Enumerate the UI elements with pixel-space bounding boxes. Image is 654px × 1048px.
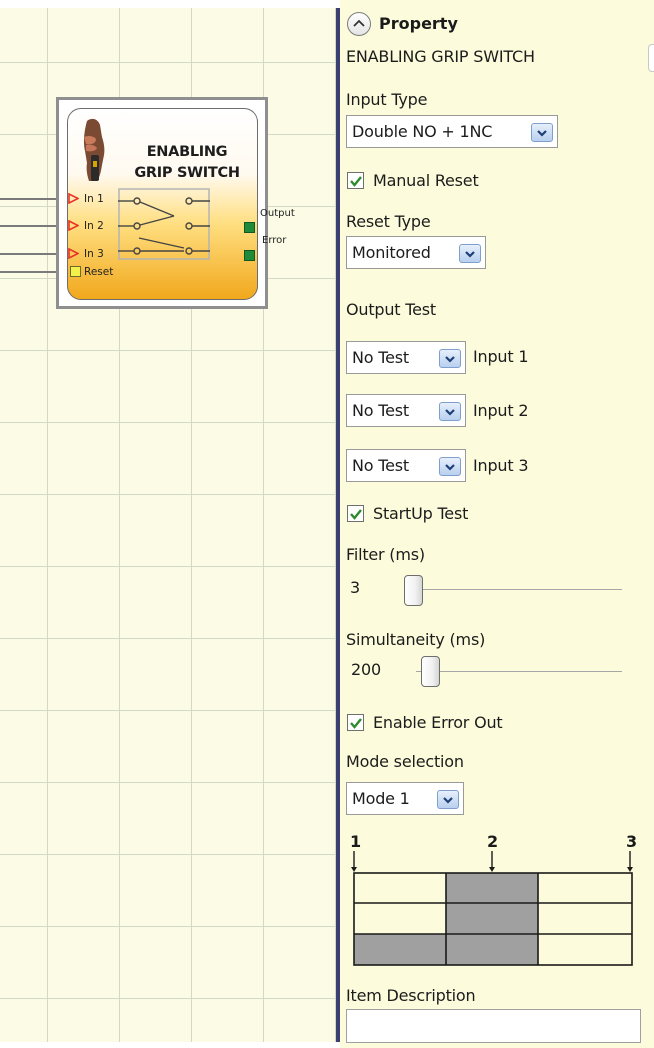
manual-reset-checkbox[interactable] bbox=[347, 172, 364, 189]
output-port[interactable] bbox=[244, 222, 255, 233]
output-test-3-input-label: Input 3 bbox=[473, 456, 529, 475]
input-3-arrow-icon[interactable] bbox=[68, 248, 79, 259]
input-3-label: In 3 bbox=[84, 248, 104, 260]
block-title-line-2: GRIP SWITCH bbox=[134, 165, 240, 181]
chevron-down-icon[interactable] bbox=[437, 790, 459, 809]
diagram-active-cell bbox=[446, 873, 538, 903]
simultaneity-slider-track[interactable] bbox=[416, 671, 622, 672]
item-description-label: Item Description bbox=[346, 986, 476, 1005]
chevron-down-icon[interactable] bbox=[531, 123, 553, 142]
reset-type-label: Reset Type bbox=[346, 212, 431, 231]
mode-selection-value: Mode 1 bbox=[352, 789, 410, 808]
simultaneity-label: Simultaneity (ms) bbox=[346, 630, 486, 649]
enable-error-out-checkbox[interactable] bbox=[347, 714, 364, 731]
collapse-button[interactable] bbox=[347, 12, 371, 36]
block-title: ENABLING GRIP SWITCH bbox=[122, 142, 252, 184]
contacts-symbol-icon bbox=[118, 188, 210, 260]
reset-type-value: Monitored bbox=[352, 243, 431, 262]
item-description-input[interactable] bbox=[346, 1009, 641, 1043]
simultaneity-slider-thumb[interactable] bbox=[421, 656, 440, 687]
input-type-label: Input Type bbox=[346, 90, 428, 109]
input-2-arrow-icon[interactable] bbox=[68, 220, 79, 231]
output-test-2-input-label: Input 2 bbox=[473, 401, 529, 420]
input-type-value: Double NO + 1NC bbox=[352, 122, 493, 141]
output-test-2-dropdown[interactable]: No Test bbox=[346, 394, 466, 427]
output-label: Output bbox=[260, 208, 295, 219]
mode-position-diagram: 1 2 3 bbox=[350, 832, 637, 966]
output-test-2-value: No Test bbox=[352, 401, 409, 420]
error-port[interactable] bbox=[244, 250, 255, 261]
reset-port-icon[interactable] bbox=[70, 266, 81, 277]
enable-error-out-label: Enable Error Out bbox=[373, 713, 503, 732]
checkmark-icon bbox=[350, 509, 362, 520]
filter-value: 3 bbox=[350, 578, 360, 597]
mode-selection-label: Mode selection bbox=[346, 752, 464, 771]
block-title-line-1: ENABLING bbox=[146, 144, 228, 160]
checkmark-icon bbox=[350, 718, 362, 729]
diagram-position-1: 1 bbox=[350, 832, 361, 851]
panel-scroll-tab[interactable] bbox=[648, 44, 654, 72]
filter-label: Filter (ms) bbox=[346, 545, 425, 564]
filter-slider-track[interactable] bbox=[404, 589, 622, 590]
input-1-label: In 1 bbox=[84, 193, 104, 205]
input-type-dropdown[interactable]: Double NO + 1NC bbox=[346, 115, 558, 148]
startup-test-label: StartUp Test bbox=[373, 504, 469, 523]
reset-label: Reset bbox=[84, 266, 114, 278]
grip-switch-hand-icon bbox=[83, 118, 105, 181]
manual-reset-label: Manual Reset bbox=[373, 171, 479, 190]
chevron-down-icon[interactable] bbox=[459, 244, 481, 263]
chevron-up-icon bbox=[353, 19, 365, 27]
diagram-position-3: 3 bbox=[626, 832, 637, 851]
input-1-arrow-icon[interactable] bbox=[68, 193, 79, 204]
chevron-down-icon[interactable] bbox=[439, 402, 461, 421]
error-label: Error bbox=[262, 235, 287, 246]
filter-slider-thumb[interactable] bbox=[404, 575, 423, 606]
output-test-1-input-label: Input 1 bbox=[473, 347, 529, 366]
diagram-active-cell bbox=[354, 934, 446, 965]
diagram-position-2: 2 bbox=[487, 832, 498, 851]
chevron-down-icon[interactable] bbox=[439, 457, 461, 476]
checkmark-icon bbox=[350, 176, 362, 187]
startup-test-checkbox[interactable] bbox=[347, 505, 364, 522]
diagram-active-cell bbox=[446, 934, 538, 965]
input-2-label: In 2 bbox=[84, 220, 104, 232]
diagram-active-cell bbox=[446, 903, 538, 934]
reset-type-dropdown[interactable]: Monitored bbox=[346, 236, 486, 269]
chevron-down-icon[interactable] bbox=[439, 349, 461, 368]
output-test-label: Output Test bbox=[346, 300, 436, 319]
property-header: Property bbox=[379, 14, 458, 33]
simultaneity-value: 200 bbox=[351, 660, 381, 679]
output-test-3-value: No Test bbox=[352, 456, 409, 475]
output-test-1-dropdown[interactable]: No Test bbox=[346, 341, 466, 374]
output-test-1-value: No Test bbox=[352, 348, 409, 367]
item-name: ENABLING GRIP SWITCH bbox=[346, 47, 535, 66]
mode-selection-dropdown[interactable]: Mode 1 bbox=[346, 782, 464, 815]
output-test-3-dropdown[interactable]: No Test bbox=[346, 449, 466, 482]
